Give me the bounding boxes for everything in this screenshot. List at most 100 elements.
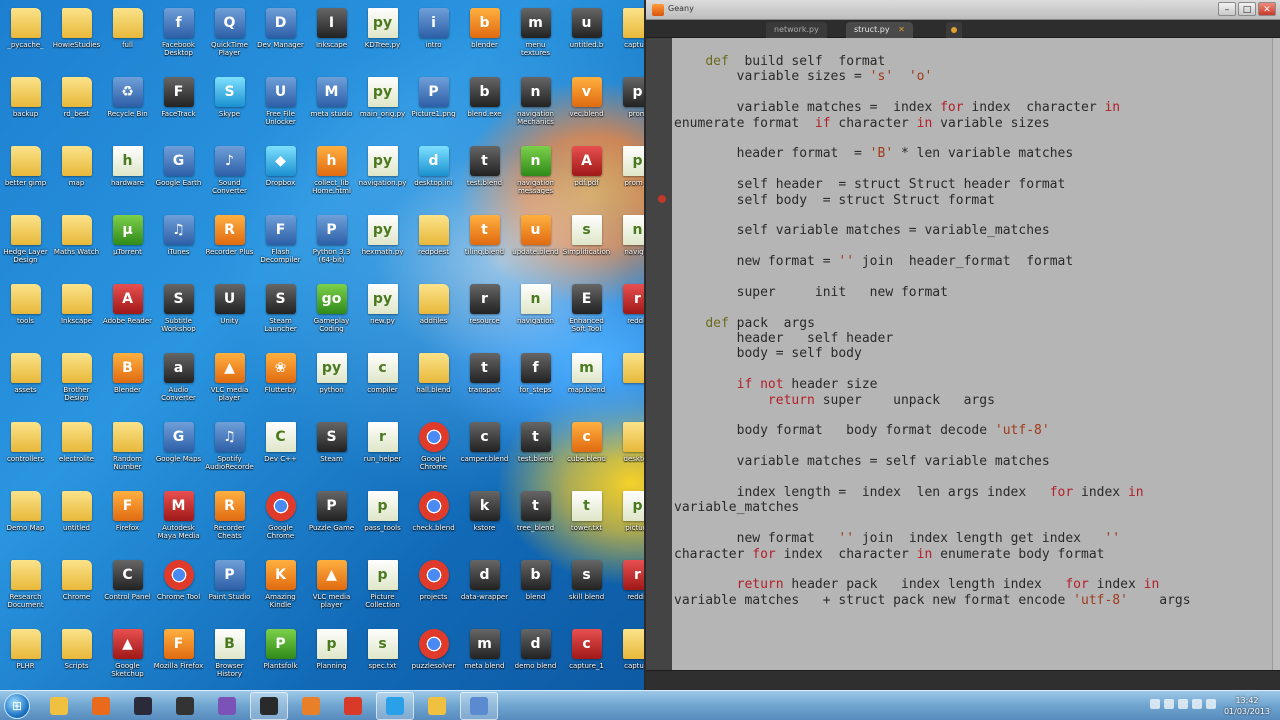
desktop-icon[interactable]: _pycache_ — [0, 4, 51, 73]
desktop-icon[interactable]: d demo blend — [510, 625, 561, 690]
maximize-button[interactable]: □ — [1238, 2, 1256, 16]
desktop-icon[interactable]: c capture_1 — [561, 625, 612, 690]
desktop-icon[interactable]: n navigation Mechanics — [510, 73, 561, 142]
breakpoint-icon[interactable] — [658, 195, 666, 203]
desktop-icon[interactable]: PLHR — [0, 625, 51, 690]
desktop-icon[interactable]: P Plantsfolk — [255, 625, 306, 690]
desktop-icon[interactable]: c compiler — [357, 349, 408, 418]
desktop-icon[interactable]: ♻ Recycle Bin — [102, 73, 153, 142]
taskbar-item-unity[interactable] — [166, 692, 204, 720]
desktop-icon[interactable]: D Dev Manager — [255, 4, 306, 73]
desktop-icon[interactable]: p pass_tools — [357, 487, 408, 556]
desktop-icon[interactable]: capture — [612, 4, 644, 73]
desktop-icon[interactable]: µ µTorrent — [102, 211, 153, 280]
desktop-icon[interactable]: p prom — [612, 73, 644, 142]
desktop-icon[interactable]: d data-wrapper — [459, 556, 510, 625]
desktop-icon[interactable]: HowieStudies — [51, 4, 102, 73]
desktop-icon[interactable]: Chrome Tool — [153, 556, 204, 625]
desktop-icon[interactable]: h hardware — [102, 142, 153, 211]
desktop-icon[interactable]: F Mozilla Firefox — [153, 625, 204, 690]
flag-icon[interactable] — [1178, 699, 1188, 709]
desktop-icon[interactable]: Chrome — [51, 556, 102, 625]
desktop-icon[interactable]: Mmeta studio — [306, 73, 357, 142]
editor-titlebar[interactable]: Geany – □ ✕ — [646, 0, 1280, 20]
desktop-icon[interactable]: b blend.exe — [459, 73, 510, 142]
desktop-icon[interactable]: r reddit — [612, 280, 644, 349]
power-icon[interactable] — [1206, 699, 1216, 709]
desktop-icon[interactable]: ♫ iTunes — [153, 211, 204, 280]
desktop-icon[interactable]: p Picture Collection — [357, 556, 408, 625]
desktop-icon[interactable]: f for_steps — [510, 349, 561, 418]
desktop-icon[interactable]: t test.blend — [459, 142, 510, 211]
desktop-icon[interactable]: py hexmath.py — [357, 211, 408, 280]
desktop-icon[interactable]: Q QuickTime Player — [204, 4, 255, 73]
desktop-icon[interactable]: s Simplification — [561, 211, 612, 280]
desktop-icon[interactable]: F Flash Decompiler — [255, 211, 306, 280]
desktop-icon[interactable]: p prom_a — [612, 142, 644, 211]
desktop-icon[interactable]: t tree_blend — [510, 487, 561, 556]
desktop-icon[interactable]: s skill blend — [561, 556, 612, 625]
desktop-icon[interactable]: P Python 3.3 (64-bit) — [306, 211, 357, 280]
taskbar-item-firefox[interactable] — [82, 692, 120, 720]
desktop-icon[interactable]: C Dev C++ — [255, 418, 306, 487]
desktop-icon[interactable]: t tower.txt — [561, 487, 612, 556]
desktop-icon[interactable]: py navigation.py — [357, 142, 408, 211]
desktop-icon[interactable]: I Inkscape — [306, 4, 357, 73]
desktop-icon[interactable]: S Steam Launcher — [255, 280, 306, 349]
desktop-icon[interactable]: a Audio Converter — [153, 349, 204, 418]
desktop-icon[interactable]: p Planning — [306, 625, 357, 690]
desktop-icon[interactable]: Demo Map — [0, 487, 51, 556]
desktop-icon[interactable]: c cube.blend — [561, 418, 612, 487]
desktop-icon[interactable]: ▲ Google Sketchup — [102, 625, 153, 690]
desktop-icon[interactable]: B Browser History — [204, 625, 255, 690]
desktop-icon[interactable]: Inkscape — [51, 280, 102, 349]
desktop-icon[interactable]: U Free File Unlocker — [255, 73, 306, 142]
desktop-icon[interactable]: n navigation — [510, 280, 561, 349]
desktop-icon[interactable]: v vec.blend — [561, 73, 612, 142]
desktop-icon[interactable]: R Recorder Cheats — [204, 487, 255, 556]
desktop-icon[interactable]: m map.blend — [561, 349, 612, 418]
desktop-icon[interactable]: M Autodesk Maya Media Station — [153, 487, 204, 556]
taskbar-item-skype[interactable] — [376, 692, 414, 720]
desktop-icon[interactable]: puzzlesolver — [408, 625, 459, 690]
desktop-icon[interactable]: t transport — [459, 349, 510, 418]
desktop-icon[interactable]: K Amazing Kindle — [255, 556, 306, 625]
desktop-icon[interactable]: c camper.blend — [459, 418, 510, 487]
desktop-icon[interactable]: G Google Maps — [153, 418, 204, 487]
desktop-icon[interactable]: Google Chrome — [255, 487, 306, 556]
desktop-icon[interactable]: f Facebook Desktop — [153, 4, 204, 73]
taskbar-item-explorer[interactable] — [40, 692, 78, 720]
desktop-icon[interactable]: s spec.txt — [357, 625, 408, 690]
desktop-icon[interactable]: u untitled.b — [561, 4, 612, 73]
desktop-icon[interactable]: F Firefox — [102, 487, 153, 556]
desktop-icon[interactable]: n navigat — [612, 211, 644, 280]
taskbar-item-geany[interactable] — [460, 692, 498, 720]
desktop-icon[interactable]: ▲ VLC media player — [204, 349, 255, 418]
desktop-icon[interactable]: r run_helper — [357, 418, 408, 487]
desktop-icon[interactable]: addfiles — [408, 280, 459, 349]
desktop-icon[interactable]: Random Number — [102, 418, 153, 487]
start-button[interactable]: ⊞ — [4, 693, 30, 719]
desktop-icon[interactable]: k kstore — [459, 487, 510, 556]
tab-2[interactable] — [946, 22, 962, 38]
desktop-icon[interactable]: untitled — [51, 487, 102, 556]
clock[interactable]: 13:42 01/03/2013 — [1220, 695, 1274, 717]
close-button[interactable]: ✕ — [1258, 2, 1276, 16]
dropbox-icon[interactable] — [1192, 699, 1202, 709]
desktop-icon[interactable]: h collect_lib Home.html — [306, 142, 357, 211]
desktop-icon[interactable] — [612, 349, 644, 418]
tab-1[interactable]: struct.py ✕ — [846, 22, 913, 38]
desktop-icon[interactable]: i intro — [408, 4, 459, 73]
desktop-icon[interactable]: t tiling.blend — [459, 211, 510, 280]
desktop-icon[interactable]: py KDTree.py — [357, 4, 408, 73]
desktop-icon[interactable]: r resource — [459, 280, 510, 349]
desktop-icon[interactable]: S Steam — [306, 418, 357, 487]
desktop-icon[interactable]: P Picture1.png — [408, 73, 459, 142]
editor-body[interactable]: def build self format variable sizes = '… — [646, 38, 1280, 670]
desktop-icon[interactable]: go Gameplay Coding — [306, 280, 357, 349]
desktop-icon[interactable]: Scripts — [51, 625, 102, 690]
desktop-icon[interactable]: Research Document — [0, 556, 51, 625]
desktop-icon[interactable]: check.blend — [408, 487, 459, 556]
taskbar-item-pidgin[interactable] — [208, 692, 246, 720]
desktop-icon[interactable]: full — [102, 4, 153, 73]
